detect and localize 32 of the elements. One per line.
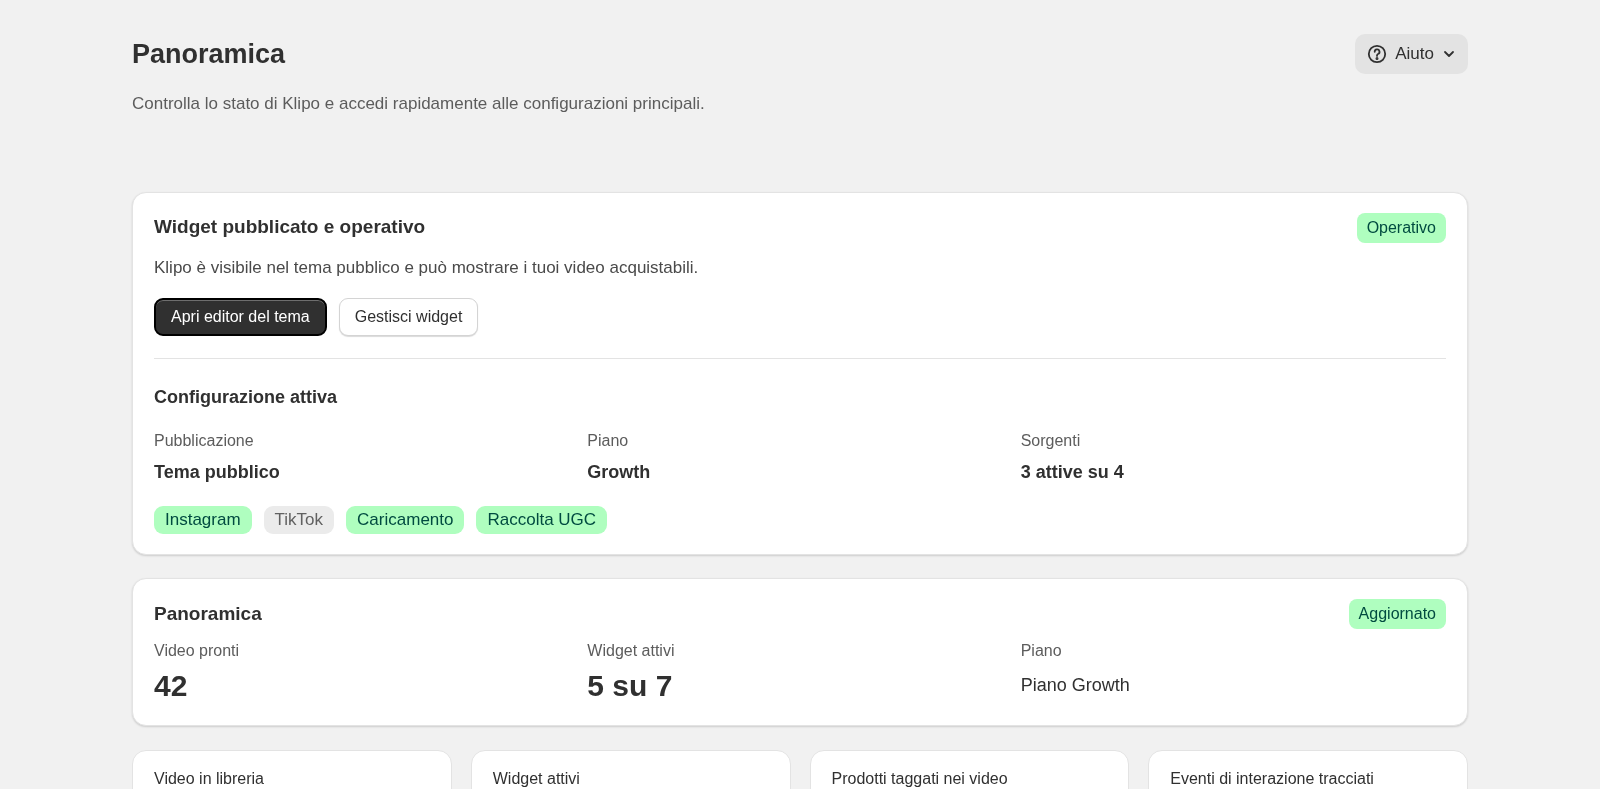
- field-value: 3 attive su 4: [1020, 461, 1125, 484]
- source-tag: Raccolta UGC: [476, 506, 608, 534]
- metric-value: 5 su 7: [587, 668, 674, 704]
- metric-value: Piano Growth: [1020, 674, 1131, 697]
- source-tag: TikTok: [263, 506, 335, 534]
- source-tag: Caricamento: [346, 506, 465, 534]
- help-icon: [1367, 44, 1388, 64]
- metric-value: 42: [154, 668, 189, 704]
- source-tag: Instagram: [154, 506, 252, 534]
- metric-label: Widget attivi: [587, 641, 676, 661]
- manage-widget-button[interactable]: Gestisci widget: [338, 298, 479, 336]
- stat-label: Prodotti taggati nei video: [831, 770, 1008, 787]
- card-description: Klipo è visibile nel tema pubblico e può mostrare i tuoi video acquistabili.: [154, 256, 700, 279]
- stat-label: Eventi di interazione tracciati: [1170, 770, 1374, 787]
- status-badge: Operativo: [1356, 212, 1446, 243]
- status-badge: Aggiornato: [1348, 599, 1446, 629]
- theme-editor-button[interactable]: Apri editor del tema: [154, 298, 327, 336]
- section-title: Configurazione attiva: [154, 386, 338, 409]
- metric-label: Piano: [1020, 641, 1063, 661]
- field-label: Pubblicazione: [154, 431, 255, 451]
- card-title: Panoramica: [154, 601, 262, 626]
- field-value: Tema pubblico: [154, 461, 281, 484]
- field-label: Sorgenti: [1020, 431, 1082, 451]
- help-button[interactable]: Aiuto: [1355, 34, 1468, 74]
- metric-label: Video pronti: [154, 641, 241, 661]
- field-label: Piano: [587, 431, 630, 451]
- stat-label: Widget attivi: [492, 770, 580, 787]
- card-title: Widget pubblicato e operativo: [154, 215, 426, 240]
- page-subtitle: Controlla lo stato di Klipo e accedi rapidamente alle configurazioni principali.: [132, 93, 705, 115]
- stat-label: Video in libreria: [154, 770, 264, 787]
- page-title: Panoramica: [132, 38, 287, 71]
- field-value: Growth: [587, 461, 652, 484]
